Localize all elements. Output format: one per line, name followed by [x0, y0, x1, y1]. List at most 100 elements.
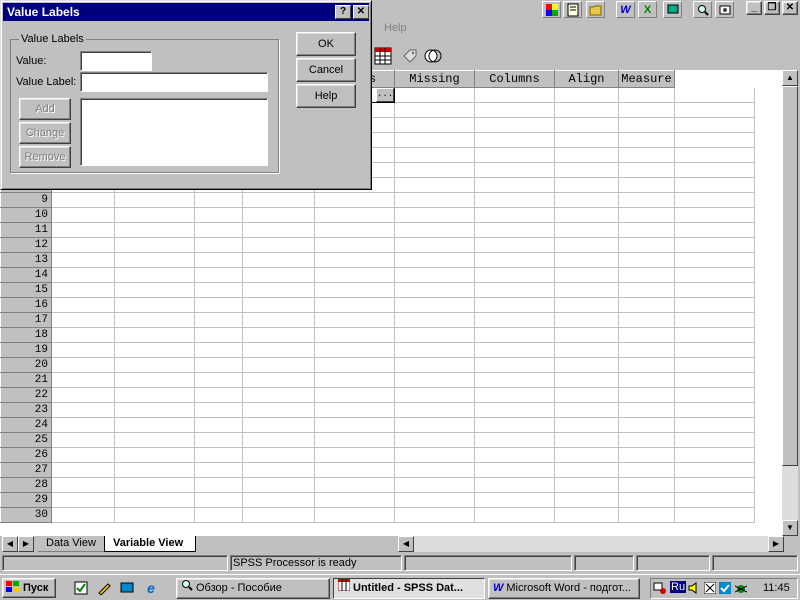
task-label: Untitled - SPSS Dat... [353, 582, 464, 594]
row-number[interactable]: 10 [0, 207, 52, 223]
row-number[interactable]: 23 [0, 402, 52, 418]
word-icon[interactable]: W [616, 1, 635, 18]
value-labels-dialog: Value Labels ? ✕ Value Labels Value: Val… [0, 0, 372, 190]
horizontal-scrollbar[interactable]: ◀ ▶ [398, 536, 784, 552]
magnifier-icon[interactable] [693, 1, 712, 18]
help-button[interactable]: Help [296, 84, 356, 108]
table-row: 10 [0, 207, 755, 223]
row-number[interactable]: 21 [0, 372, 52, 388]
value-input[interactable] [80, 51, 152, 71]
folder-icon[interactable] [586, 1, 605, 18]
values-ellipsis-button[interactable]: ... [376, 88, 394, 102]
spss-grid-icon [337, 579, 351, 598]
close-window-button[interactable]: ✕ [782, 1, 798, 15]
row-number[interactable]: 25 [0, 432, 52, 448]
task-label: Обзор - Пособие [196, 582, 282, 594]
tab-scroll-left-icon[interactable]: ◀ [2, 536, 18, 552]
row-number[interactable]: 27 [0, 462, 52, 478]
presentation-icon[interactable] [663, 1, 682, 18]
use-sets-icon[interactable] [422, 45, 444, 67]
row-number[interactable]: 20 [0, 357, 52, 373]
sheet-tabs-row: ◀ ▶ Data View Variable View ◀ ▶ [0, 536, 800, 552]
bug-icon[interactable] [734, 582, 748, 597]
change-button[interactable]: Change [19, 122, 71, 144]
scroll-up-arrow-icon[interactable]: ▲ [782, 70, 798, 86]
quick-launch-checklist-icon[interactable] [72, 579, 90, 597]
tab-variable-view[interactable]: Variable View [104, 536, 196, 552]
help-question-button[interactable]: ? [335, 5, 351, 19]
row-number[interactable]: 18 [0, 327, 52, 343]
value-label-field-label: Value Label: [16, 76, 77, 88]
magnifier-icon [181, 579, 193, 598]
status-pane [404, 555, 572, 571]
table-row: 25 [0, 432, 755, 448]
add-button[interactable]: Add [19, 98, 71, 120]
row-number[interactable]: 24 [0, 417, 52, 433]
value-label-input[interactable] [80, 72, 268, 92]
system-tray: Ru 11:45 [650, 578, 798, 599]
table-row: 21 [0, 372, 755, 388]
quick-launch-ie-icon[interactable]: e [142, 579, 160, 597]
row-number[interactable]: 11 [0, 222, 52, 238]
speaker-icon[interactable] [688, 582, 700, 597]
remove-button[interactable]: Remove [19, 146, 71, 168]
task-button-word[interactable]: W Microsoft Word - подгот... [488, 578, 640, 599]
dialog-close-button[interactable]: ✕ [353, 5, 369, 19]
ok-button[interactable]: OK [296, 32, 356, 56]
task-button-obzor[interactable]: Обзор - Пособие [176, 578, 330, 599]
restore-button[interactable]: ❐ [764, 1, 780, 15]
row-number[interactable]: 26 [0, 447, 52, 463]
notepad-icon[interactable] [563, 1, 582, 18]
minimize-button[interactable]: _ [746, 1, 762, 15]
tab-data-view[interactable]: Data View [38, 536, 106, 552]
quick-launch-pencil-icon[interactable] [95, 579, 113, 597]
scroll-left-arrow-icon[interactable]: ◀ [398, 536, 414, 552]
color-squares-icon[interactable] [542, 1, 561, 18]
column-header-measure[interactable]: Measure [618, 70, 675, 88]
tab-scroll-right-icon[interactable]: ▶ [18, 536, 34, 552]
row-number[interactable]: 13 [0, 252, 52, 268]
table-row: 13 [0, 252, 755, 268]
menu-help[interactable]: Help [384, 22, 407, 34]
status-bar: SPSS Processor is ready [0, 553, 800, 573]
row-number[interactable]: 28 [0, 477, 52, 493]
shield-check-icon[interactable] [719, 582, 731, 597]
start-button[interactable]: Пуск [2, 578, 56, 598]
row-number[interactable]: 30 [0, 507, 52, 523]
dialog-title: Value Labels [7, 5, 80, 19]
vertical-scroll-thumb[interactable] [782, 86, 798, 466]
table-row: 24 [0, 417, 755, 433]
excel-icon[interactable]: X [638, 1, 657, 18]
quick-launch-desktop-icon[interactable] [118, 579, 136, 597]
column-header-align[interactable]: Align [554, 70, 619, 88]
network-icon[interactable] [653, 581, 667, 598]
column-header-columns[interactable]: Columns [474, 70, 555, 88]
row-number[interactable]: 17 [0, 312, 52, 328]
table-row: 14 [0, 267, 755, 283]
task-button-spss[interactable]: Untitled - SPSS Dat... [333, 578, 485, 599]
table-row: 11 [0, 222, 755, 238]
value-field-label: Value: [16, 55, 47, 67]
row-number[interactable]: 14 [0, 267, 52, 283]
status-pane [712, 555, 798, 571]
row-number[interactable]: 29 [0, 492, 52, 508]
row-number[interactable]: 9 [0, 192, 52, 208]
grid-table-icon[interactable] [372, 45, 394, 67]
media-icon[interactable] [715, 1, 734, 18]
row-number[interactable]: 16 [0, 297, 52, 313]
row-number[interactable]: 19 [0, 342, 52, 358]
dialog-titlebar[interactable]: Value Labels ? ✕ [3, 3, 369, 21]
language-indicator[interactable]: Ru [670, 581, 687, 593]
column-header-missing[interactable]: Missing [394, 70, 475, 88]
row-number[interactable]: 12 [0, 237, 52, 253]
scroll-down-arrow-icon[interactable]: ▼ [782, 520, 798, 536]
value-labels-list[interactable] [80, 98, 268, 166]
row-number[interactable]: 15 [0, 282, 52, 298]
vertical-scrollbar[interactable]: ▲ ▼ [782, 70, 798, 536]
scroll-right-arrow-icon[interactable]: ▶ [768, 536, 784, 552]
row-number[interactable]: 22 [0, 387, 52, 403]
table-row: 18 [0, 327, 755, 343]
cancel-button[interactable]: Cancel [296, 58, 356, 82]
value-labels-icon[interactable] [400, 45, 422, 67]
tray-app-icon[interactable] [703, 581, 717, 597]
